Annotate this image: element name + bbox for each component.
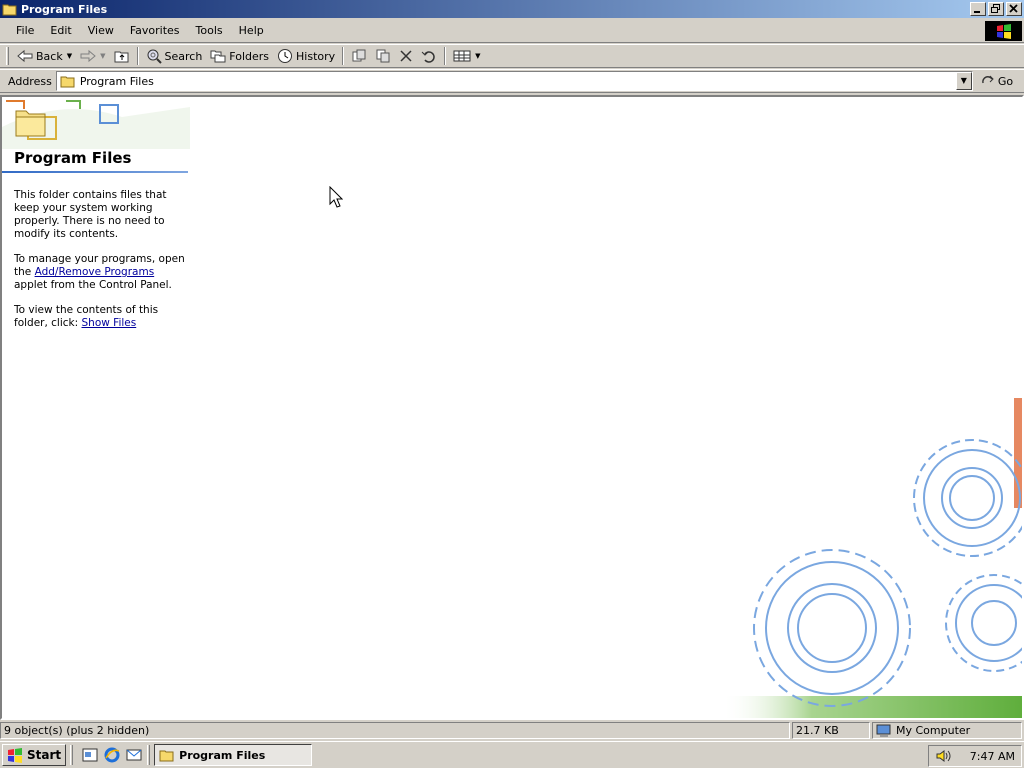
copy-to-button[interactable] <box>371 45 395 67</box>
clock[interactable]: 7:47 AM <box>970 750 1015 763</box>
menu-view[interactable]: View <box>80 22 122 39</box>
forward-button[interactable]: ▼ <box>76 45 109 67</box>
address-bar: Address Program Files ▼ Go <box>0 69 1024 93</box>
mouse-cursor-icon <box>329 185 344 211</box>
title-bar[interactable]: Program Files <box>0 0 1024 18</box>
delete-button[interactable] <box>395 45 417 67</box>
history-label: History <box>296 49 336 63</box>
address-dropdown-button[interactable]: ▼ <box>955 72 972 90</box>
forward-dropdown-icon[interactable]: ▼ <box>100 52 105 60</box>
back-arrow-icon <box>17 49 33 63</box>
go-label: Go <box>997 74 1014 88</box>
back-dropdown-icon[interactable]: ▼ <box>67 52 72 60</box>
folders-button[interactable]: Folders <box>206 45 273 67</box>
taskbar-grip[interactable] <box>70 745 74 765</box>
up-folder-button[interactable] <box>110 45 134 67</box>
move-to-icon <box>351 49 367 63</box>
forward-arrow-icon <box>80 49 96 63</box>
add-remove-programs-link[interactable]: Add/Remove Programs <box>35 266 155 278</box>
status-zone: My Computer <box>872 722 1022 739</box>
taskbar-program-files-button[interactable]: Program Files <box>154 744 313 766</box>
restore-button[interactable] <box>988 2 1004 16</box>
views-button[interactable]: ▼ <box>449 45 484 67</box>
search-label: Search <box>164 49 203 63</box>
manage-text-after: applet from the Control Panel. <box>14 279 172 291</box>
status-size: 21.7 KB <box>792 722 870 739</box>
panel-show-files: To view the contents of this folder, cli… <box>14 304 186 330</box>
status-objects: 9 object(s) (plus 2 hidden) <box>0 722 790 739</box>
status-bar: 9 object(s) (plus 2 hidden) 21.7 KB My C… <box>0 721 1024 740</box>
toolbar-separator <box>136 47 139 65</box>
menu-file[interactable]: File <box>8 22 42 39</box>
toolbar-grip[interactable] <box>6 47 9 65</box>
views-icon <box>453 49 471 63</box>
panel-title: Program Files <box>14 149 132 167</box>
undo-icon <box>421 49 437 63</box>
task-label: Program Files <box>179 748 266 762</box>
toolbar-separator <box>342 47 345 65</box>
close-button[interactable] <box>1006 2 1022 16</box>
taskbar-grip[interactable] <box>147 745 151 765</box>
history-icon <box>277 48 293 64</box>
up-folder-icon <box>114 49 130 63</box>
panel-divider <box>2 171 188 173</box>
start-label: Start <box>27 748 62 762</box>
minimize-button[interactable] <box>970 2 986 16</box>
menu-help[interactable]: Help <box>231 22 272 39</box>
volume-icon[interactable] <box>935 748 951 764</box>
folder-banner-image <box>2 97 190 149</box>
search-button[interactable]: Search <box>142 45 207 67</box>
address-input[interactable]: Program Files ▼ <box>55 71 973 91</box>
quick-launch-bar <box>81 746 143 764</box>
show-desktop-icon[interactable] <box>81 746 99 764</box>
go-arrow-icon <box>981 73 995 90</box>
folders-icon <box>210 49 226 63</box>
back-label: Back <box>36 49 63 63</box>
window-title: Program Files <box>21 2 108 16</box>
panel-description: This folder contains files that keep you… <box>14 189 167 240</box>
menu-edit[interactable]: Edit <box>42 22 79 39</box>
address-label: Address <box>8 74 52 88</box>
menu-favorites[interactable]: Favorites <box>122 22 188 39</box>
go-button[interactable]: Go <box>981 73 1013 90</box>
gears-watermark <box>722 398 1022 718</box>
history-button[interactable]: History <box>273 45 339 67</box>
webview-left-panel: Program Files This folder contains files… <box>2 97 190 718</box>
zone-label: My Computer <box>896 724 971 737</box>
menu-tools[interactable]: Tools <box>188 22 231 39</box>
outlook-express-icon[interactable] <box>125 746 143 764</box>
address-value: Program Files <box>79 74 154 88</box>
show-files-link[interactable]: Show Files <box>82 317 137 329</box>
folder-view[interactable]: Program Files This folder contains files… <box>0 95 1024 720</box>
search-icon <box>146 48 162 64</box>
internet-explorer-icon[interactable] <box>103 746 121 764</box>
windows-logo-icon <box>985 21 1022 41</box>
delete-icon <box>399 49 413 63</box>
standard-toolbar: Back ▼ ▼ Search Folders History ▼ <box>0 44 1024 68</box>
menu-bar: File Edit View Favorites Tools Help <box>0 19 1024 43</box>
move-to-button[interactable] <box>347 45 371 67</box>
folder-icon <box>60 74 76 88</box>
toolbar-separator <box>444 47 447 65</box>
taskbar: Start Program Files 7:47 AM <box>0 741 1024 768</box>
system-tray: 7:47 AM <box>928 745 1022 767</box>
panel-manage-programs: To manage your programs, open the Add/Re… <box>14 253 186 292</box>
start-button[interactable]: Start <box>2 744 67 766</box>
back-button[interactable]: Back ▼ <box>13 45 76 67</box>
folders-label: Folders <box>229 49 270 63</box>
folder-icon <box>2 2 18 16</box>
undo-button[interactable] <box>417 45 441 67</box>
my-computer-icon <box>876 724 892 738</box>
windows-logo-icon <box>6 747 24 763</box>
views-dropdown-icon[interactable]: ▼ <box>475 52 480 60</box>
copy-to-icon <box>375 49 391 63</box>
folder-icon <box>159 748 175 762</box>
